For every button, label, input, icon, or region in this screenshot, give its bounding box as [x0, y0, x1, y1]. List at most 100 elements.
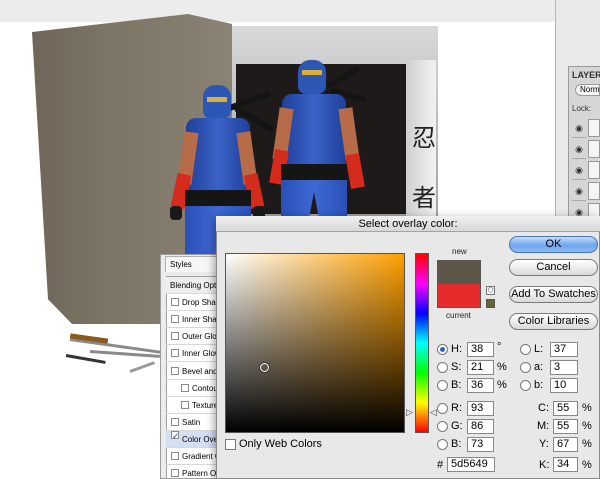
green-field[interactable]: 86 — [467, 419, 494, 434]
style-item-label: Texture — [192, 400, 219, 410]
red-field[interactable]: 93 — [467, 401, 494, 416]
ninja-head — [203, 85, 231, 119]
hue-unit: ° — [497, 341, 502, 353]
brightness-unit: % — [497, 379, 507, 391]
hue-label: H: — [451, 343, 462, 355]
style-checkbox[interactable] — [171, 315, 179, 324]
blue-label: B: — [451, 438, 462, 450]
hex-field[interactable]: 5d5649 — [447, 457, 495, 472]
green-label: G: — [451, 420, 463, 432]
saturation-radio[interactable] — [437, 362, 448, 373]
cyan-label: C: — [538, 402, 549, 414]
style-checkbox[interactable] — [171, 332, 179, 341]
a-channel-radio[interactable] — [520, 362, 531, 373]
current-color-label: current — [446, 311, 471, 320]
ok-button[interactable]: OK — [509, 236, 598, 253]
saturation-label: S: — [451, 361, 462, 373]
style-checkbox[interactable] — [171, 430, 179, 439]
lightness-label: L: — [534, 343, 544, 355]
canvas-top-strip — [0, 0, 555, 22]
style-item-label: Inner Glow — [182, 349, 221, 359]
style-item-label: Satin — [182, 417, 201, 427]
add-to-swatches-button[interactable]: Add To Swatches — [509, 286, 598, 303]
red-label: R: — [451, 402, 462, 414]
magenta-label: M: — [537, 420, 550, 432]
red-radio[interactable] — [437, 403, 448, 414]
yellow-unit: % — [582, 438, 592, 450]
styles-title: Styles — [170, 260, 192, 269]
brightness-field[interactable]: 36 — [467, 378, 494, 393]
ninja-fist — [350, 190, 362, 204]
cyan-field[interactable]: 55 — [553, 401, 578, 416]
b-channel-field[interactable]: 10 — [550, 378, 578, 393]
color-libraries-button[interactable]: Color Libraries — [509, 313, 598, 330]
yellow-field[interactable]: 67 — [553, 437, 578, 452]
new-color-swatch — [437, 260, 481, 284]
saturation-field[interactable]: 21 — [467, 360, 494, 375]
style-checkbox[interactable] — [171, 366, 179, 375]
style-checkbox[interactable] — [171, 349, 179, 358]
current-color-swatch[interactable] — [437, 284, 481, 308]
eye-icon[interactable]: ◉ — [572, 118, 586, 138]
layer-thumbnail[interactable] — [588, 119, 600, 137]
layers-panel-title[interactable]: LAYERS — [572, 70, 600, 80]
black-label: K: — [539, 459, 550, 471]
only-web-colors-label: Only Web Colors — [239, 438, 322, 450]
lock-label: Lock: — [572, 104, 592, 113]
hue-radio[interactable] — [437, 344, 448, 355]
cyan-unit: % — [582, 402, 592, 414]
hue-slider-arrow-left[interactable]: ▷ — [406, 407, 413, 418]
ninja-belt — [281, 164, 347, 182]
ninja-fist — [268, 184, 280, 198]
color-field[interactable] — [225, 253, 405, 433]
ninja-head — [298, 60, 326, 94]
lightness-field[interactable]: 37 — [550, 342, 578, 357]
hex-label: # — [437, 459, 444, 471]
hue-slider[interactable] — [415, 253, 429, 433]
blue-radio[interactable] — [437, 439, 448, 450]
green-radio[interactable] — [437, 421, 448, 432]
eye-icon[interactable]: ◉ — [572, 139, 586, 159]
brightness-label: B: — [451, 379, 462, 391]
blue-field[interactable]: 73 — [467, 437, 494, 452]
a-channel-label: a: — [534, 361, 544, 373]
kanji-bottom-text: 者 — [412, 184, 436, 212]
black-unit: % — [582, 459, 592, 471]
style-checkbox[interactable] — [181, 400, 189, 409]
b-channel-radio[interactable] — [520, 380, 531, 391]
a-channel-field[interactable]: 3 — [550, 360, 578, 375]
style-checkbox[interactable] — [181, 383, 189, 392]
web-safe-color-swatch[interactable] — [486, 299, 495, 308]
ninja-visor — [207, 97, 227, 102]
lightness-radio[interactable] — [520, 344, 531, 355]
yellow-label: Y: — [539, 438, 549, 450]
color-field-marker[interactable] — [260, 363, 269, 372]
layer-thumbnail[interactable] — [588, 140, 600, 158]
layer-thumbnail[interactable] — [588, 161, 600, 179]
layer-thumbnail[interactable] — [588, 182, 600, 200]
brightness-radio[interactable] — [437, 380, 448, 391]
b-channel-label: b: — [534, 379, 544, 391]
style-checkbox[interactable] — [171, 417, 179, 426]
ninja-visor — [302, 70, 322, 75]
style-checkbox[interactable] — [171, 469, 179, 478]
new-color-label: new — [452, 247, 467, 256]
kanji-top-text: 忍 — [412, 124, 436, 152]
magenta-field[interactable]: 55 — [553, 419, 578, 434]
hue-slider-arrow-right[interactable]: ◁ — [430, 407, 437, 418]
magenta-unit: % — [582, 420, 592, 432]
saturation-unit: % — [497, 361, 507, 373]
eye-icon[interactable]: ◉ — [572, 181, 586, 201]
ninja-fist — [170, 206, 182, 220]
black-field[interactable]: 34 — [553, 457, 578, 472]
web-safe-cube-icon[interactable]: ⬡ — [486, 286, 495, 295]
style-checkbox[interactable] — [171, 298, 179, 307]
style-checkbox[interactable] — [171, 452, 179, 460]
hue-field[interactable]: 38 — [467, 342, 494, 357]
blend-mode-select[interactable]: Norma — [575, 84, 600, 96]
eye-icon[interactable]: ◉ — [572, 160, 586, 180]
dialog-title: Select overlay color: — [358, 218, 458, 230]
only-web-colors-checkbox[interactable] — [225, 439, 236, 450]
ninja-belt — [185, 190, 251, 208]
cancel-button[interactable]: Cancel — [509, 259, 598, 276]
